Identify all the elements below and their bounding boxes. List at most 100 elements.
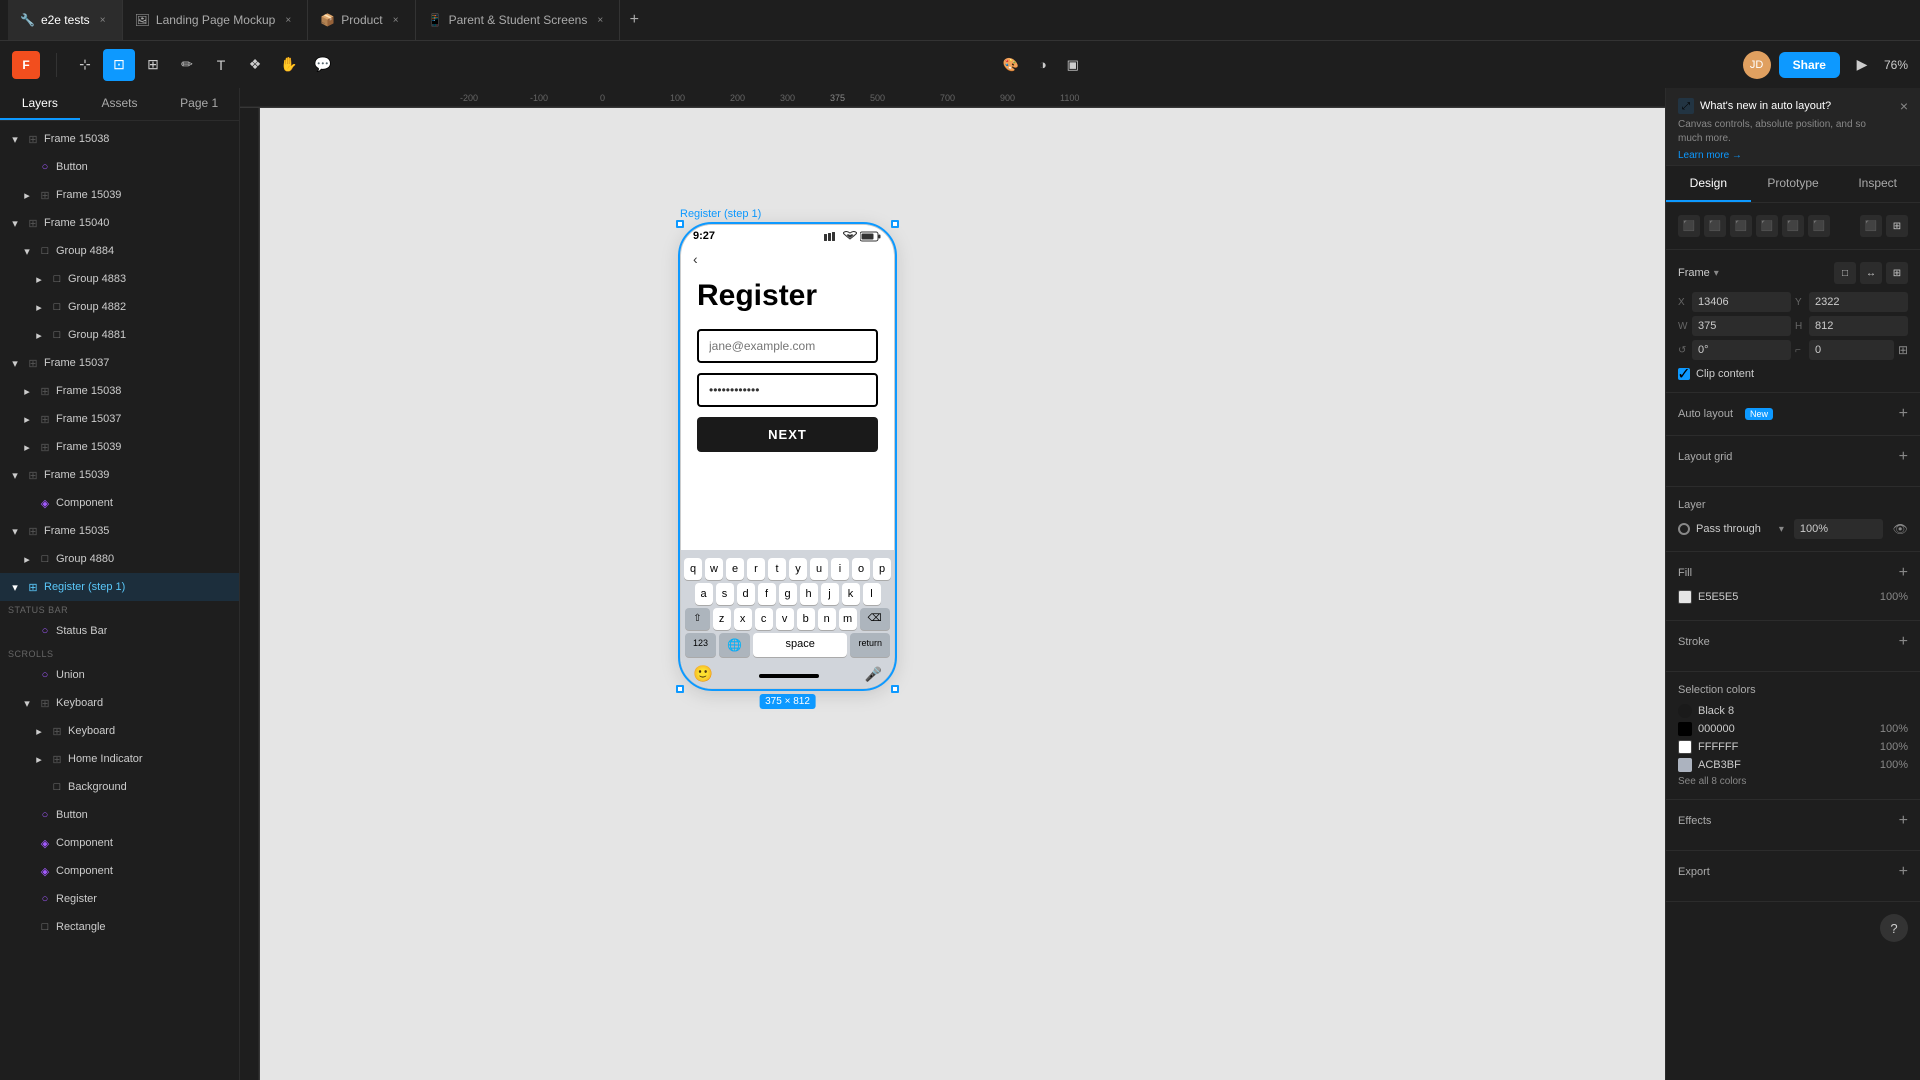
mic-key[interactable]: 🎤 <box>865 666 882 683</box>
layer-home-indicator[interactable]: ▸ ⊞ Home Indicator <box>0 745 239 773</box>
y-input[interactable] <box>1809 292 1908 312</box>
pass-through-dropdown[interactable]: ▾ <box>1779 524 1784 535</box>
layer-button2[interactable]: ▸ ○ Button <box>0 801 239 829</box>
prototype-tab[interactable]: Prototype <box>1751 166 1836 202</box>
email-input[interactable] <box>697 329 878 363</box>
layer-register[interactable]: ▸ ○ Register <box>0 885 239 913</box>
key-y[interactable]: y <box>789 558 807 580</box>
layer-rectangle[interactable]: ▸ □ Rectangle <box>0 913 239 941</box>
key-x[interactable]: x <box>734 608 752 630</box>
clip-content-checkbox[interactable]: ✓ <box>1678 368 1690 380</box>
key-i[interactable]: i <box>831 558 849 580</box>
layer-frame15038[interactable]: ▾ ⊞ Frame 15038 <box>0 125 239 153</box>
tab-landing-page[interactable]: 🖼 Landing Page Mockup × <box>123 0 309 40</box>
pass-through-label[interactable]: Pass through <box>1696 523 1773 535</box>
key-space[interactable]: space <box>753 633 848 657</box>
layer-group4883[interactable]: ▸ □ Group 4883 <box>0 265 239 293</box>
color-ffffff-swatch[interactable] <box>1678 740 1692 754</box>
fill-add-btn[interactable]: + <box>1899 564 1908 582</box>
auto-layout-add-btn[interactable]: + <box>1899 405 1908 423</box>
canvas-area[interactable]: -200 -100 0 100 200 300 375 500 700 900 … <box>240 88 1665 1080</box>
layer-frame15039a[interactable]: ▸ ⊞ Frame 15039 <box>0 181 239 209</box>
key-q[interactable]: q <box>684 558 702 580</box>
key-w[interactable]: w <box>705 558 723 580</box>
key-b[interactable]: b <box>797 608 815 630</box>
move-tool-btn[interactable]: ⊹ <box>69 49 101 81</box>
frame-dropdown-icon[interactable]: ▾ <box>1714 268 1719 279</box>
lock-ratio-btn[interactable]: ⊞ <box>1898 343 1908 357</box>
layer-frame15038b[interactable]: ▸ ⊞ Frame 15038 <box>0 377 239 405</box>
layer-frame15037[interactable]: ▾ ⊞ Frame 15037 <box>0 349 239 377</box>
resize-handle-br[interactable] <box>891 685 899 693</box>
layer-background[interactable]: ▸ □ Background <box>0 773 239 801</box>
key-m[interactable]: m <box>839 608 857 630</box>
frame-type-grid[interactable]: ⊞ <box>1886 262 1908 284</box>
layer-group4882[interactable]: ▸ □ Group 4882 <box>0 293 239 321</box>
whats-new-link[interactable]: Learn more → <box>1678 150 1892 161</box>
align-bottom-btn[interactable]: ⬛ <box>1808 215 1830 237</box>
comment-tool-btn[interactable]: 💬 <box>307 49 339 81</box>
layout-grid-add-btn[interactable]: + <box>1899 448 1908 466</box>
insert-tool-btn[interactable]: ❖ <box>239 49 271 81</box>
tidy-up-btn[interactable]: ⊞ <box>1886 215 1908 237</box>
export-add-btn[interactable]: + <box>1899 863 1908 881</box>
key-emoji[interactable]: 🌐 <box>719 633 750 657</box>
hand-tool-btn[interactable]: ✋ <box>273 49 305 81</box>
align-right-btn[interactable]: ⬛ <box>1730 215 1752 237</box>
assets-btn[interactable]: ▣ <box>1061 53 1085 77</box>
fill-color-swatch[interactable] <box>1678 590 1692 604</box>
design-tab[interactable]: Design <box>1666 166 1751 202</box>
rotation-input[interactable] <box>1692 340 1791 360</box>
key-r[interactable]: r <box>747 558 765 580</box>
effects-add-btn[interactable]: + <box>1899 812 1908 830</box>
zoom-level[interactable]: 76% <box>1884 58 1908 72</box>
key-o[interactable]: o <box>852 558 870 580</box>
key-f[interactable]: f <box>758 583 776 605</box>
layer-keyboard-group[interactable]: ▾ ⊞ Keyboard <box>0 689 239 717</box>
key-g[interactable]: g <box>779 583 797 605</box>
resize-handle-tl[interactable] <box>676 220 684 228</box>
tab-product[interactable]: 📦 Product × <box>308 0 415 40</box>
component-tool-btn[interactable]: ⊞ <box>137 49 169 81</box>
key-t[interactable]: t <box>768 558 786 580</box>
key-123[interactable]: 123 <box>685 633 716 657</box>
key-e[interactable]: e <box>726 558 744 580</box>
tab-close-btn[interactable]: × <box>96 13 110 27</box>
resize-handle-tr[interactable] <box>891 220 899 228</box>
layer-frame15040[interactable]: ▾ ⊞ Frame 15040 <box>0 209 239 237</box>
color-000000-swatch[interactable] <box>1678 722 1692 736</box>
fill-opacity[interactable]: 100% <box>1873 591 1908 603</box>
tab-e2e-tests[interactable]: 🔧 e2e tests × <box>8 0 123 40</box>
text-tool-btn[interactable]: T <box>205 49 237 81</box>
layer-frame15037b[interactable]: ▸ ⊞ Frame 15037 <box>0 405 239 433</box>
key-d[interactable]: d <box>737 583 755 605</box>
phone-back-btn[interactable]: ‹ <box>681 247 894 271</box>
key-delete[interactable]: ⌫ <box>860 608 890 630</box>
layer-group4884[interactable]: ▾ □ Group 4884 <box>0 237 239 265</box>
theme-btn[interactable]: ◑ <box>1033 53 1053 76</box>
align-top-btn[interactable]: ⬛ <box>1756 215 1778 237</box>
see-all-colors-link[interactable]: See all 8 colors <box>1678 776 1908 787</box>
tab-close-btn[interactable]: × <box>593 13 607 27</box>
key-s[interactable]: s <box>716 583 734 605</box>
layer-statusbar[interactable]: ▸ ○ Status Bar <box>0 617 239 645</box>
tab-parent-student[interactable]: 📱 Parent & Student Screens × <box>416 0 621 40</box>
frame-tool-btn[interactable]: ⊡ <box>103 49 135 81</box>
stroke-add-btn[interactable]: + <box>1899 633 1908 651</box>
key-p[interactable]: p <box>873 558 891 580</box>
page-selector[interactable]: Page 1 <box>159 88 239 120</box>
layer-group4881[interactable]: ▸ □ Group 4881 <box>0 321 239 349</box>
whats-new-close-btn[interactable]: × <box>1900 98 1908 114</box>
phone-frame[interactable]: 9:27 <box>680 224 895 689</box>
layer-frame15039b[interactable]: ▸ ⊞ Frame 15039 <box>0 433 239 461</box>
resize-handle-bl[interactable] <box>676 685 684 693</box>
layer-component2[interactable]: ▸ ◈ Component <box>0 829 239 857</box>
distribute-h-btn[interactable]: ⬛ <box>1860 215 1882 237</box>
layer-keyboard-inner[interactable]: ▸ ⊞ Keyboard <box>0 717 239 745</box>
layers-tab[interactable]: Layers <box>0 88 80 120</box>
key-z[interactable]: z <box>713 608 731 630</box>
key-shift[interactable]: ⇧ <box>685 608 709 630</box>
key-l[interactable]: l <box>863 583 881 605</box>
layer-group4880[interactable]: ▸ □ Group 4880 <box>0 545 239 573</box>
align-center-h-btn[interactable]: ⬛ <box>1704 215 1726 237</box>
